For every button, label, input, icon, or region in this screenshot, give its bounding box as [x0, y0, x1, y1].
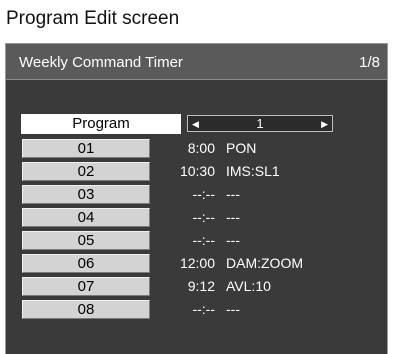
slot-time: --:--	[192, 301, 215, 317]
slot-command: DAM:ZOOM	[226, 255, 303, 271]
slot-command: PON	[226, 140, 257, 156]
arrow-right-icon[interactable]: ▶	[321, 117, 328, 131]
slot-button-07[interactable]: 07	[22, 277, 150, 296]
slot-button-01[interactable]: 01	[22, 139, 150, 158]
table-row: 03 --:-- ---	[6, 185, 387, 205]
slot-button-05[interactable]: 05	[22, 231, 150, 250]
slot-time: --:--	[192, 232, 215, 248]
program-label: Program	[21, 114, 181, 134]
slot-command: IMS:SL1	[226, 163, 280, 179]
table-row: 01 8:00 PON	[6, 139, 387, 159]
slot-button-08[interactable]: 08	[22, 300, 150, 319]
table-row: 06 12:00 DAM:ZOOM	[6, 254, 387, 274]
slot-command: ---	[226, 301, 240, 317]
slot-command: AVL:10	[226, 278, 271, 294]
slot-button-02[interactable]: 02	[22, 162, 150, 181]
slot-button-03[interactable]: 03	[22, 185, 150, 204]
table-row: 05 --:-- ---	[6, 231, 387, 251]
screen-header: Weekly Command Timer 1/8	[6, 44, 387, 80]
slot-button-04[interactable]: 04	[22, 208, 150, 227]
table-row: 04 --:-- ---	[6, 208, 387, 228]
slot-time: --:--	[192, 186, 215, 202]
slot-button-06[interactable]: 06	[22, 254, 150, 273]
table-row: 07 9:12 AVL:10	[6, 277, 387, 297]
osd-screen: Weekly Command Timer 1/8 Program ◀ 1 ▶ 0…	[5, 43, 388, 354]
slot-command: ---	[226, 186, 240, 202]
screen-title: Weekly Command Timer	[19, 54, 183, 71]
page-indicator: 1/8	[359, 54, 380, 71]
page-title: Program Edit screen	[6, 8, 180, 29]
program-value: 1	[256, 116, 264, 131]
slot-command: ---	[226, 232, 240, 248]
slot-command: ---	[226, 209, 240, 225]
table-row: 08 --:-- ---	[6, 300, 387, 320]
slot-time: 8:00	[187, 140, 215, 156]
slot-time: 12:00	[179, 255, 215, 271]
table-row: 02 10:30 IMS:SL1	[6, 162, 387, 182]
slot-time: 9:12	[187, 278, 215, 294]
slot-time: --:--	[192, 209, 215, 225]
slot-time: 10:30	[179, 163, 215, 179]
program-selector[interactable]: ◀ 1 ▶	[187, 115, 333, 132]
